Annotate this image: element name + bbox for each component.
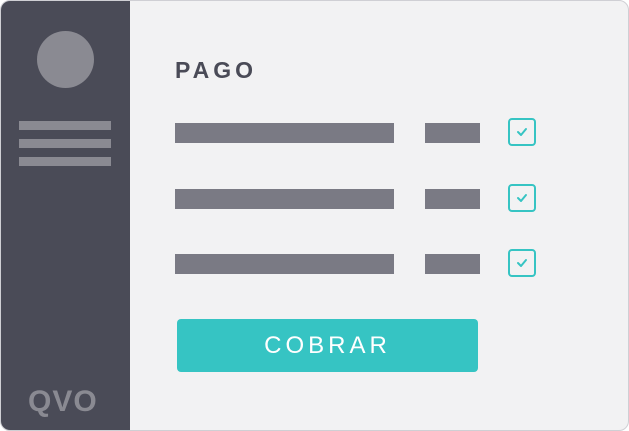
- check-icon: [517, 128, 527, 136]
- avatar[interactable]: [37, 31, 94, 88]
- menu-line: [19, 121, 111, 130]
- amount-placeholder: [425, 189, 480, 209]
- menu-line: [19, 139, 111, 148]
- amount-placeholder: [425, 123, 480, 143]
- check-icon: [517, 194, 527, 202]
- row-checkbox[interactable]: [508, 118, 536, 146]
- app-window: QVO PAGO COBRAR: [0, 0, 629, 431]
- payment-row: [130, 184, 628, 214]
- row-checkbox[interactable]: [508, 184, 536, 212]
- amount-placeholder: [425, 254, 480, 274]
- payment-row: [130, 118, 628, 148]
- menu-line: [19, 157, 111, 166]
- item-placeholder: [175, 123, 394, 143]
- charge-button[interactable]: COBRAR: [177, 319, 478, 372]
- payment-row: [130, 249, 628, 279]
- item-placeholder: [175, 189, 394, 209]
- page-title: PAGO: [175, 57, 258, 83]
- brand-logo: QVO: [28, 385, 98, 418]
- check-icon: [517, 259, 527, 267]
- item-placeholder: [175, 254, 394, 274]
- row-checkbox[interactable]: [508, 249, 536, 277]
- payment-panel: PAGO COBRAR: [130, 1, 628, 430]
- sidebar: QVO: [1, 1, 130, 430]
